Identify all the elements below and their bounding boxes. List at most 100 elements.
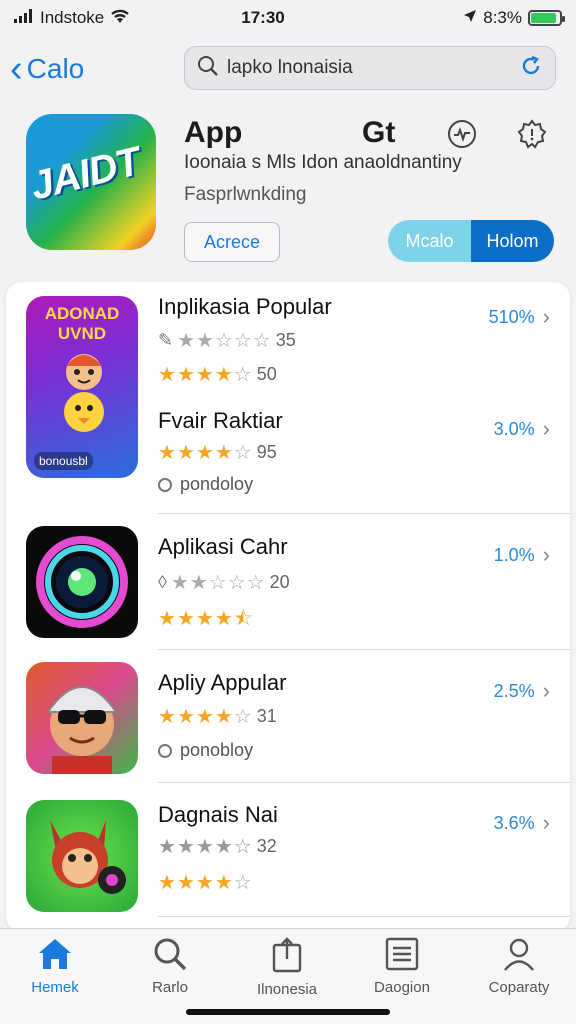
percent-label[interactable]: 3.0% ›: [494, 416, 550, 442]
star-icon: ★: [176, 706, 196, 728]
star-icon: ☆: [252, 330, 272, 352]
developer-row: pondoloy: [158, 474, 253, 495]
divider: [158, 916, 570, 917]
app-icon-camera[interactable]: [26, 526, 138, 638]
star-rating: ★★★★⯪: [158, 604, 254, 638]
search-input[interactable]: [227, 57, 511, 79]
star-icon: ☆: [233, 442, 253, 464]
status-bar: Indstoke 17:30 8:3%: [0, 0, 576, 36]
star-icon: ★: [158, 836, 177, 858]
star-rating: ★★★★☆: [158, 834, 253, 859]
tab-home[interactable]: Hemek: [0, 937, 110, 996]
star-icon: ★: [214, 872, 234, 894]
rating-row: ★★★★⯪: [158, 604, 254, 638]
chevron-right-icon: ›: [542, 542, 550, 567]
star-rating: ★★☆☆☆: [171, 570, 266, 595]
rating-count: 31: [256, 706, 277, 726]
tab-bar: Hemek Rarlo Ilnonesia Daogion Coparaty: [0, 928, 576, 1024]
star-icon: ☆: [233, 330, 253, 352]
home-indicator: [186, 1009, 390, 1015]
app-title[interactable]: Inplikasia Popular: [158, 294, 332, 320]
star-icon: ★: [158, 872, 177, 894]
star-icon: ★: [195, 836, 215, 858]
star-icon: ★: [176, 608, 196, 630]
primary-button[interactable]: Mcalo Holom: [388, 220, 554, 262]
speedometer-icon[interactable]: [446, 118, 478, 150]
star-rating: ★★★★☆: [158, 440, 253, 465]
rating-count: 50: [256, 364, 277, 384]
app-caption: Fasprlwnkding: [184, 184, 307, 205]
primary-button-right[interactable]: Holom: [471, 220, 554, 262]
tab-label: Ilnonesia: [256, 981, 318, 998]
star-icon: ★: [170, 572, 190, 594]
app-icon-cartoon[interactable]: ADONAD UVND bonousbl: [26, 296, 138, 478]
app-icon-fox[interactable]: [26, 800, 138, 912]
app-title[interactable]: Apliy Appular: [158, 670, 286, 696]
tab-label: Rarlo: [152, 979, 188, 996]
divider: [158, 513, 570, 514]
app-title[interactable]: Aplikasi Cahr: [158, 534, 288, 560]
icon-text-mid: UVND: [57, 324, 107, 343]
developer-row: ponobloy: [158, 740, 253, 761]
star-icon: ★: [214, 608, 234, 630]
app-title[interactable]: Dagnais Nai: [158, 802, 278, 828]
rating-count: 32: [256, 836, 277, 856]
app-icon-avatar[interactable]: [26, 662, 138, 774]
percent-value: 3.0%: [493, 418, 535, 439]
tab-profile[interactable]: Coparaty: [464, 937, 574, 996]
developer-name: pondoloy: [180, 474, 254, 494]
percent-label[interactable]: 2.5% ›: [494, 678, 550, 704]
star-rating: ★★★★☆: [158, 362, 253, 387]
cartoon-character-icon: [64, 354, 104, 432]
rating-row: ★★★★☆ 95: [158, 440, 277, 465]
secondary-button[interactable]: Acrece: [184, 222, 280, 262]
refresh-icon[interactable]: [519, 54, 543, 83]
circle-icon: [158, 743, 172, 758]
primary-button-left[interactable]: Mcalo: [388, 220, 471, 262]
tab-search[interactable]: Rarlo: [115, 937, 225, 996]
chevron-left-icon: ‹: [10, 48, 23, 90]
person-icon: [504, 938, 534, 971]
star-icon: ★: [176, 442, 196, 464]
star-icon: ★: [189, 572, 209, 594]
developer-name: ponobloy: [180, 740, 254, 760]
carrier-name: Indstoke: [40, 8, 105, 27]
percent-label[interactable]: 510% ›: [489, 304, 550, 330]
tab-list[interactable]: Daogion: [347, 937, 457, 996]
star-rating: ★★★★☆: [158, 704, 253, 729]
star-icon: ⯪: [233, 608, 254, 630]
app-title-secondary: Gt: [362, 116, 396, 149]
percent-label[interactable]: 1.0% ›: [494, 542, 550, 568]
star-icon: ★: [195, 872, 215, 894]
star-icon: ★: [195, 442, 215, 464]
star-icon: ★: [176, 836, 196, 858]
star-icon: ★: [158, 608, 177, 630]
gear-icon[interactable]: [516, 118, 548, 150]
search-bar[interactable]: [184, 46, 556, 90]
app-title[interactable]: Fvair Raktiar: [158, 408, 283, 434]
star-icon: ☆: [208, 572, 228, 594]
rating-count: 35: [275, 330, 296, 350]
star-icon: ☆: [233, 836, 253, 858]
rating-row: ✎ ★★☆☆☆ 35: [158, 328, 296, 353]
star-icon: ☆: [246, 572, 266, 594]
rating-row: ★★★★☆ 31: [158, 704, 277, 729]
percent-label[interactable]: 3.6% ›: [494, 810, 550, 836]
back-button[interactable]: ‹ Calo: [10, 50, 180, 88]
back-label: Calo: [26, 53, 85, 84]
drop-icon: ◊: [158, 572, 167, 592]
list-icon: [385, 937, 419, 971]
star-icon: ★: [196, 330, 215, 352]
percent-value: 510%: [488, 306, 535, 327]
tab-share[interactable]: Ilnonesia: [232, 937, 342, 998]
percent-value: 1.0%: [493, 544, 535, 565]
star-icon: ★: [158, 442, 177, 464]
rating-row: ★★★★☆ 32: [158, 834, 277, 859]
nav-bar: ‹ Calo: [0, 44, 576, 94]
app-list: ADONAD UVND bonousbl Inplikasia Popular …: [6, 282, 570, 932]
star-icon: ☆: [233, 872, 253, 894]
rating-row: ◊ ★★☆☆☆ 20: [158, 570, 290, 595]
battery-percent: 8:3%: [483, 8, 522, 27]
camera-lens-icon: [36, 536, 128, 628]
app-subtitle: Ioonaia s Mls Idon anaoldnantiny: [184, 152, 462, 173]
